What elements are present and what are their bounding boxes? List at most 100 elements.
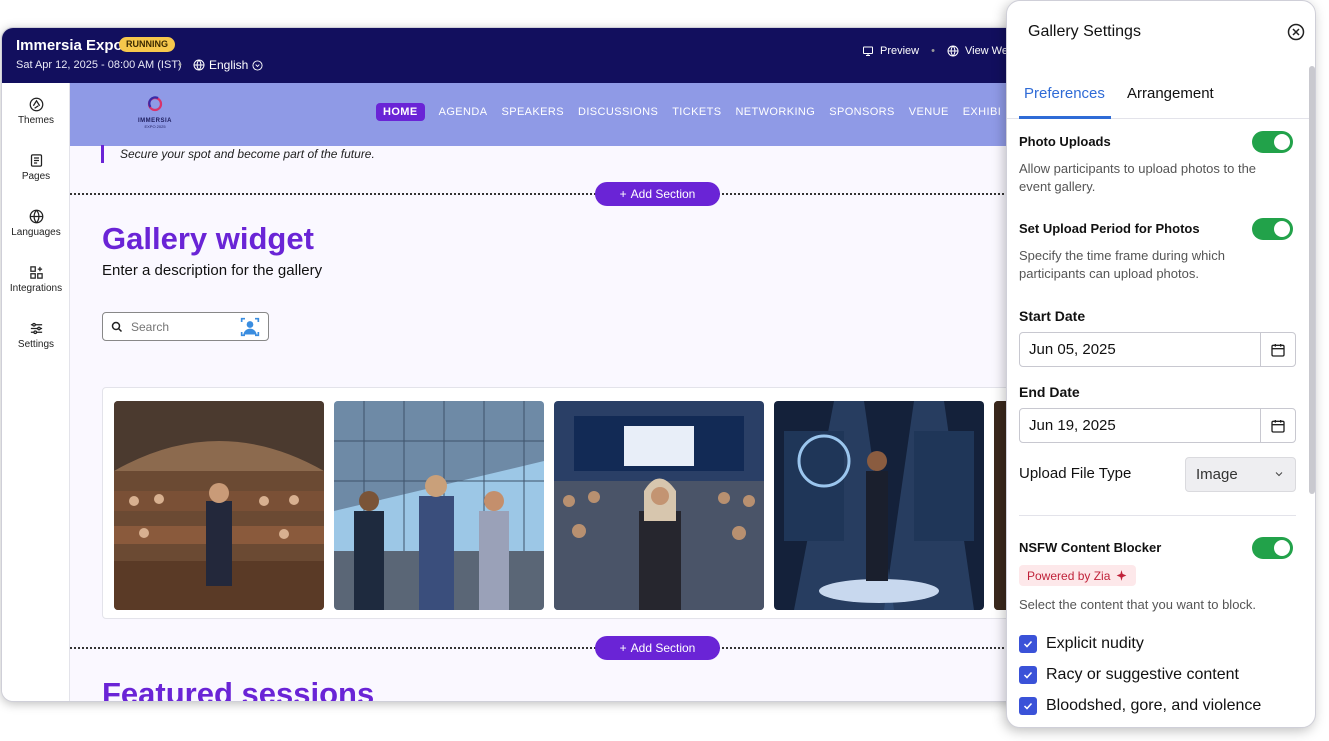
active-tab-indicator: [1019, 116, 1111, 119]
gallery-photo[interactable]: [114, 401, 324, 610]
section-divider: [70, 647, 1040, 649]
gallery-photo[interactable]: [554, 401, 764, 610]
gallery-search[interactable]: [102, 312, 269, 341]
featured-sessions-title[interactable]: Featured sessions: [102, 676, 374, 701]
logo-subtext: EXPO 2025: [144, 124, 166, 129]
sidebar-item-languages[interactable]: Languages: [2, 195, 70, 251]
sliders-icon: [30, 322, 42, 334]
end-date-field[interactable]: [1019, 408, 1296, 443]
photo-uploads-toggle[interactable]: [1252, 131, 1293, 153]
checkbox[interactable]: [1019, 697, 1037, 715]
nav-sponsors[interactable]: SPONSORS: [829, 103, 895, 121]
gallery-photo[interactable]: [334, 401, 544, 610]
plus-icon: +: [619, 641, 627, 655]
nsfw-blocker-label: NSFW Content Blocker: [1019, 540, 1162, 555]
end-date-picker-button[interactable]: [1260, 409, 1295, 442]
add-section-button[interactable]: + Add Section: [595, 636, 720, 660]
start-date-field[interactable]: [1019, 332, 1296, 367]
gallery-photo[interactable]: [774, 401, 984, 610]
sidebar-item-label: Languages: [11, 226, 61, 238]
event-title: Immersia Expo: [16, 37, 123, 54]
preview-icon: [863, 46, 873, 56]
globe-icon: [947, 45, 959, 57]
event-date: Sat Apr 12, 2025 - 08:00 AM (IST): [16, 59, 182, 71]
quote-accent-bar: [101, 145, 104, 163]
checkbox-label: Bloodshed, gore, and violence: [1046, 697, 1262, 714]
start-date-input[interactable]: [1029, 341, 1249, 358]
globe-icon: [29, 209, 43, 223]
file-type-select[interactable]: Image: [1185, 457, 1296, 492]
face-search-icon[interactable]: [240, 317, 260, 337]
top-actions: Preview • View Wel: [862, 45, 1010, 57]
pages-icon: [30, 153, 42, 167]
photo-uploads-label: Photo Uploads: [1019, 134, 1111, 149]
section-divider: [70, 193, 1040, 195]
site-logo[interactable]: IMMERSIA EXPO 2025: [134, 95, 176, 135]
panel-tabs: Preferences Arrangement: [1007, 81, 1309, 119]
start-date-picker-button[interactable]: [1260, 333, 1295, 366]
nav-discussions[interactable]: DISCUSSIONS: [578, 103, 658, 121]
separator-dot: •: [931, 45, 935, 57]
nav-agenda[interactable]: AGENDA: [439, 103, 488, 121]
photo-uploads-description: Allow participants to upload photos to t…: [1019, 161, 1257, 194]
hero-tagline: Secure your spot and become part of the …: [120, 147, 375, 161]
site-navbar: IMMERSIA EXPO 2025 HOME AGENDA SPEAKERS …: [70, 83, 1040, 146]
sidebar-item-themes[interactable]: Themes: [2, 83, 70, 139]
nav-home[interactable]: HOME: [376, 103, 425, 121]
nav-speakers[interactable]: SPEAKERS: [501, 103, 564, 121]
site-nav-menu: HOME AGENDA SPEAKERS DISCUSSIONS TICKETS…: [376, 103, 1001, 121]
nsfw-option-violence[interactable]: Bloodshed, gore, and violence: [1019, 697, 1261, 715]
checkmark-icon: [1023, 640, 1033, 648]
nsfw-blocker-toggle[interactable]: [1252, 537, 1293, 559]
nsfw-option-racy[interactable]: Racy or suggestive content: [1019, 666, 1239, 684]
close-icon[interactable]: [1287, 23, 1305, 41]
chevron-down-icon: [1275, 472, 1283, 477]
panel-scrollbar[interactable]: [1309, 66, 1315, 494]
checkbox[interactable]: [1019, 635, 1037, 653]
gallery-title[interactable]: Gallery widget: [102, 221, 314, 257]
upload-period-toggle[interactable]: [1252, 218, 1293, 240]
sidebar-item-label: Integrations: [9, 282, 63, 294]
separator-dot: •: [178, 59, 182, 71]
sidebar-item-label: Pages: [21, 170, 51, 182]
panel-title: Gallery Settings: [1028, 23, 1141, 40]
globe-icon: [193, 59, 205, 71]
view-website-button[interactable]: View Wel: [965, 45, 1010, 57]
sidebar-item-pages[interactable]: Pages: [2, 139, 70, 195]
checkbox[interactable]: [1019, 666, 1037, 684]
nav-venue[interactable]: VENUE: [909, 103, 949, 121]
editor-sidebar: Themes Pages Languages Integrations Sett…: [2, 83, 70, 701]
language-selector[interactable]: English: [193, 58, 263, 72]
sidebar-item-settings[interactable]: Settings: [2, 307, 70, 363]
status-badge: RUNNING: [119, 37, 175, 52]
logo-mark-icon: [147, 96, 163, 112]
add-section-button[interactable]: + Add Section: [595, 182, 720, 206]
file-type-label: Upload File Type: [1019, 465, 1132, 482]
checkmark-icon: [1023, 671, 1033, 679]
search-input[interactable]: [131, 319, 231, 334]
tab-arrangement[interactable]: Arrangement: [1127, 85, 1214, 102]
nav-exhibitors[interactable]: EXHIBI: [963, 103, 1001, 121]
gallery-description[interactable]: Enter a description for the gallery: [102, 262, 322, 279]
editor-window: Immersia Expo RUNNING Sat Apr 12, 2025 -…: [1, 27, 1041, 702]
nsfw-description: Select the content that you want to bloc…: [1019, 597, 1257, 612]
tab-preferences[interactable]: Preferences: [1024, 85, 1105, 102]
gallery-settings-panel: Gallery Settings Preferences Arrangement…: [1006, 0, 1316, 728]
page-canvas: IMMERSIA EXPO 2025 HOME AGENDA SPEAKERS …: [70, 83, 1040, 701]
nsfw-option-nudity[interactable]: Explicit nudity: [1019, 635, 1144, 653]
calendar-icon: [1271, 419, 1285, 433]
calendar-icon: [1271, 343, 1285, 357]
nav-networking[interactable]: NETWORKING: [735, 103, 815, 121]
palette-icon: [29, 97, 43, 111]
nav-tickets[interactable]: TICKETS: [672, 103, 721, 121]
end-date-input[interactable]: [1029, 417, 1249, 434]
checkmark-icon: [1023, 702, 1033, 710]
sidebar-item-integrations[interactable]: Integrations: [2, 251, 70, 307]
sparkle-icon: [1117, 570, 1127, 581]
file-type-value: Image: [1196, 466, 1238, 483]
upload-period-description: Specify the time frame during which part…: [1019, 248, 1225, 281]
powered-by-zia-badge: Powered by Zia: [1019, 565, 1137, 586]
preview-button[interactable]: Preview: [880, 45, 919, 57]
start-date-label: Start Date: [1019, 308, 1086, 324]
chevron-down-icon: [252, 59, 263, 71]
